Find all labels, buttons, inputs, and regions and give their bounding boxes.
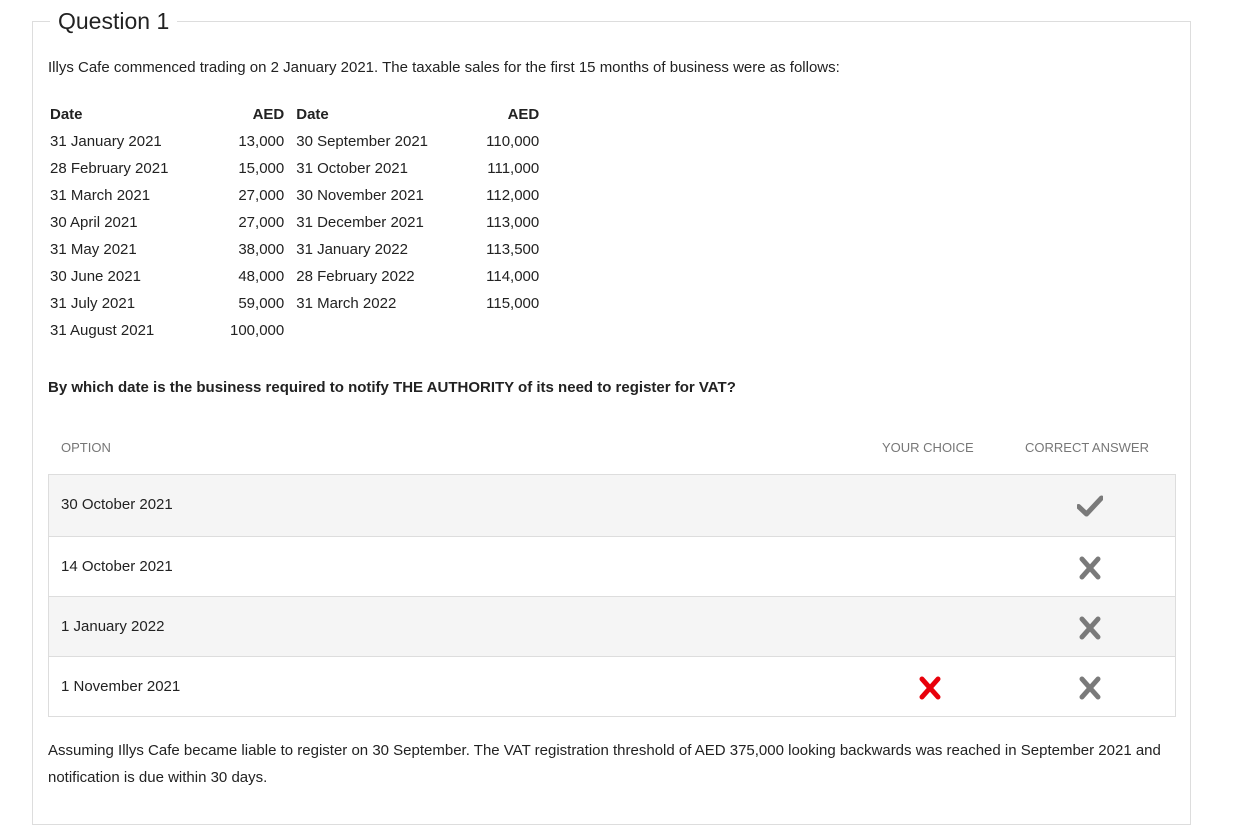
header-date-2: Date	[296, 106, 329, 123]
table-cell-date: 30 September 2021	[296, 133, 428, 150]
answer-option-row: 1 January 2022	[49, 596, 1175, 656]
table-cell-amount: 27,000	[238, 214, 285, 231]
column-header-correct-answer: CORRECT ANSWER	[1025, 440, 1149, 455]
table-cell-amount: 48,000	[238, 268, 285, 285]
answer-option-label: 1 January 2022	[61, 618, 165, 635]
table-cell-amount: 112,000	[486, 187, 540, 204]
table-cell-date: 31 January 2022	[296, 241, 408, 258]
table-row: 28 February 2021 15,000 31 October 2021 …	[44, 155, 545, 182]
question-title: Question 1	[50, 6, 178, 36]
table-cell-date: 31 March 2021	[50, 187, 151, 204]
table-cell-date: 30 April 2021	[50, 214, 138, 231]
red-cross-icon	[918, 676, 942, 700]
table-cell-amount: 13,000	[238, 133, 285, 150]
table-cell-amount: 27,000	[238, 187, 285, 204]
check-icon	[1076, 494, 1104, 518]
answer-option-row: 1 November 2021	[49, 656, 1175, 716]
answer-option-label: 30 October 2021	[61, 496, 173, 513]
answer-option-row: 14 October 2021	[49, 536, 1175, 596]
table-cell-amount: 110,000	[486, 133, 540, 150]
table-cell-amount: 111,000	[487, 160, 540, 177]
answer-option-label: 14 October 2021	[61, 558, 173, 575]
table-cell-date	[290, 317, 474, 344]
table-cell-date: 31 January 2021	[50, 133, 162, 150]
column-header-option: OPTION	[61, 440, 111, 455]
table-cell-amount: 113,500	[486, 241, 540, 258]
table-cell-date: 31 October 2021	[296, 160, 408, 177]
table-cell-date: 31 August 2021	[50, 322, 155, 339]
header-date-1: Date	[50, 106, 83, 123]
cross-icon	[1077, 676, 1103, 700]
table-cell-date: 28 February 2021	[50, 160, 169, 177]
question-prompt: By which date is the business required t…	[48, 379, 736, 396]
table-cell-date: 31 March 2022	[296, 295, 397, 312]
table-row: 30 April 2021 27,000 31 December 2021 11…	[44, 209, 545, 236]
answer-options: 30 October 2021 14 October 2021 1 Januar…	[48, 474, 1176, 717]
question-intro: Illys Cafe commenced trading on 2 Januar…	[48, 59, 840, 76]
table-cell-date: 28 February 2022	[296, 268, 415, 285]
column-header-your-choice: YOUR CHOICE	[882, 440, 974, 455]
answer-option-label: 1 November 2021	[61, 678, 181, 695]
answer-option-row: 30 October 2021	[49, 475, 1175, 536]
answer-explanation: Assuming Illys Cafe became liable to reg…	[48, 742, 1161, 786]
table-cell-amount: 100,000	[230, 322, 285, 339]
sales-table: Date AED Date AED 31 January 2021 13,000…	[44, 101, 545, 344]
table-cell-date: 30 November 2021	[296, 187, 424, 204]
table-cell-date: 31 May 2021	[50, 241, 137, 258]
table-cell-amount: 59,000	[238, 295, 285, 312]
table-cell-amount: 113,000	[486, 214, 540, 231]
table-row: 31 July 2021 59,000 31 March 2022 115,00…	[44, 290, 545, 317]
table-row: 31 August 2021 100,000	[44, 317, 545, 344]
table-row: 31 May 2021 38,000 31 January 2022 113,5…	[44, 236, 545, 263]
table-row: 30 June 2021 48,000 28 February 2022 114…	[44, 263, 545, 290]
table-cell-amount: 114,000	[486, 268, 540, 285]
header-aed-1: AED	[252, 106, 285, 123]
sales-table-header: Date AED Date AED	[44, 101, 545, 128]
cross-icon	[1077, 556, 1103, 580]
table-cell-amount: 115,000	[486, 295, 540, 312]
table-cell-amount	[474, 317, 545, 344]
table-cell-date: 31 July 2021	[50, 295, 136, 312]
table-row: 31 January 2021 13,000 30 September 2021…	[44, 128, 545, 155]
table-cell-amount: 15,000	[238, 160, 285, 177]
cross-icon	[1077, 616, 1103, 640]
table-cell-date: 31 December 2021	[296, 214, 424, 231]
table-row: 31 March 2021 27,000 30 November 2021 11…	[44, 182, 545, 209]
header-aed-2: AED	[507, 106, 540, 123]
table-cell-date: 30 June 2021	[50, 268, 141, 285]
table-cell-amount: 38,000	[238, 241, 285, 258]
